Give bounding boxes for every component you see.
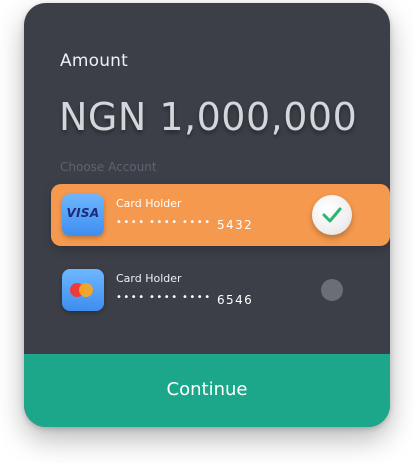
account-option-visa[interactable]: VISA Card Holder •••• •••• •••• 5432 (51, 184, 390, 246)
continue-button[interactable]: Continue (24, 354, 390, 427)
card-last-four: 6546 (217, 293, 254, 307)
mastercard-icon (62, 269, 104, 311)
card-holder-label: Card Holder (116, 272, 182, 285)
amount-label: Amount (60, 51, 129, 71)
masked-digits-group: •••• (182, 292, 212, 303)
card-last-four: 5432 (217, 218, 254, 232)
account-option-mastercard[interactable]: Card Holder •••• •••• •••• 6546 (51, 259, 390, 321)
amount-value: NGN 1,000,000 (59, 95, 358, 139)
masked-digits-group: •••• (149, 217, 179, 228)
masked-digits-group: •••• (149, 292, 179, 303)
masked-digits-group: •••• (116, 292, 146, 303)
choose-account-label: Choose Account (60, 160, 157, 174)
visa-card-icon: VISA (62, 194, 104, 236)
visa-logo-text: VISA (66, 206, 100, 220)
continue-label: Continue (166, 379, 248, 400)
card-holder-label: Card Holder (116, 197, 182, 210)
masked-digits-group: •••• (116, 217, 146, 228)
payment-panel: Amount NGN 1,000,000 Choose Account VISA… (24, 3, 390, 427)
selected-check-icon[interactable] (312, 195, 352, 235)
masked-digits-group: •••• (182, 217, 212, 228)
unselected-radio[interactable] (321, 279, 343, 301)
mastercard-yellow-circle (79, 283, 93, 297)
